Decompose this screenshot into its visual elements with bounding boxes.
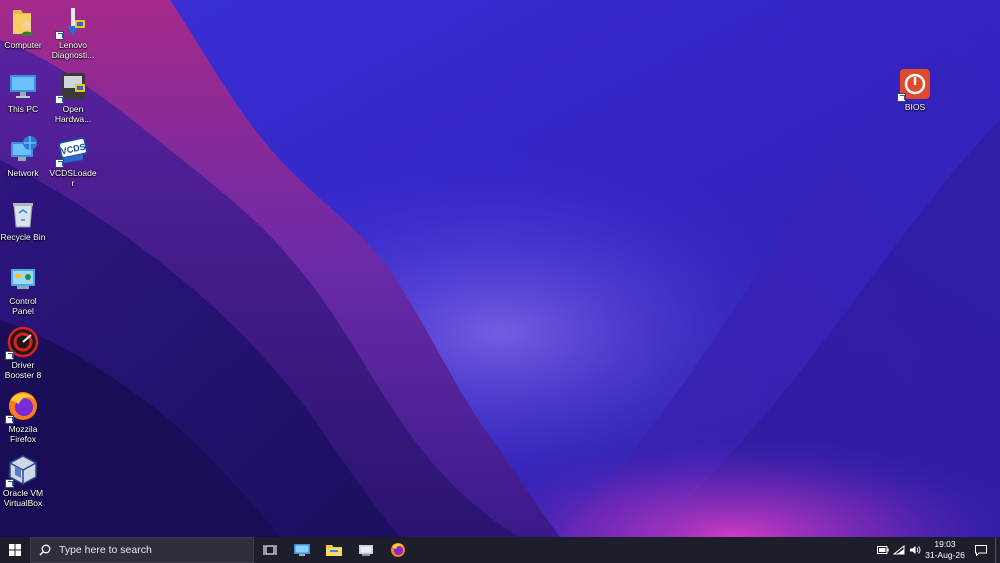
desktop-icon-firefox[interactable]: Mozzila Firefox [0, 390, 48, 444]
clock[interactable]: 19:03 31-Aug-26 [923, 539, 967, 561]
vcds-icon: VCDS [55, 134, 89, 168]
battery-icon [877, 546, 889, 554]
desktop-icon-vcdsloader[interactable]: VCDS VCDSLoader [48, 134, 98, 188]
desktop-icon-label: Control Panel [9, 296, 37, 316]
folder-icon [326, 545, 342, 556]
desktop-icon-bios[interactable]: BIOS [890, 68, 940, 112]
desktop-icon-label: Open Hardwa... [54, 104, 92, 124]
taskbar: Type here to search 19:03 31-Aug-26 [0, 537, 1000, 563]
search-box[interactable]: Type here to search [30, 537, 254, 563]
power-icon [897, 68, 931, 102]
firefox-icon [391, 543, 405, 557]
desktop-icon-label: BIOS [904, 102, 926, 112]
lenovo-diagnostics-icon [55, 6, 89, 40]
desktop-icon-this-pc[interactable]: This PC [0, 70, 48, 114]
control-panel-icon [7, 262, 39, 294]
open-hardware-monitor-icon [55, 70, 89, 104]
computer-folder-icon [7, 6, 39, 38]
desktop-icon-label: Mozzila Firefox [8, 424, 38, 444]
system-tray: 19:03 31-Aug-26 [875, 537, 1000, 563]
show-desktop-button[interactable] [995, 537, 1000, 563]
desktop-icon-computer[interactable]: Computer [0, 6, 48, 50]
desktop-icon-label: Lenovo Diagnosti... [51, 40, 95, 60]
shortcut-arrow-icon [55, 31, 64, 40]
taskbar-firefox[interactable] [382, 537, 414, 563]
desktop-icon-recycle-bin[interactable]: Recycle Bin [0, 198, 48, 242]
taskbar-file-explorer[interactable] [318, 537, 350, 563]
driver-booster-icon [5, 326, 39, 360]
desktop-icon-label: Network [7, 168, 39, 178]
taskbar-remote-desktop[interactable] [286, 537, 318, 563]
shortcut-arrow-icon [897, 93, 906, 102]
remote-desktop-icon [294, 544, 310, 556]
desktop-icon-label: VCDSLoader [49, 168, 97, 188]
speaker-icon [910, 546, 921, 554]
devices-icon [359, 545, 373, 556]
volume-tray-button[interactable] [907, 537, 923, 563]
desktop-icon-driver-booster[interactable]: Driver Booster 8 [0, 326, 48, 380]
notification-icon [975, 544, 987, 556]
firefox-icon [5, 390, 39, 424]
start-button[interactable] [0, 537, 30, 563]
shortcut-arrow-icon [55, 159, 64, 168]
clock-time: 19:03 [934, 539, 956, 549]
network-globe-icon [7, 134, 39, 166]
desktop-icon-label: Oracle VM VirtualBox [2, 488, 44, 508]
shortcut-arrow-icon [55, 95, 64, 104]
windows-logo-icon [9, 544, 21, 556]
network-tray-button[interactable] [891, 537, 907, 563]
wifi-icon [893, 545, 905, 555]
shortcut-arrow-icon [5, 415, 14, 424]
recycle-bin-icon [7, 198, 39, 230]
desktop-icon-lenovo-diagnostics[interactable]: Lenovo Diagnosti... [48, 6, 98, 60]
task-view-button[interactable] [254, 537, 286, 563]
monitor-icon [7, 70, 39, 102]
taskbar-devices[interactable] [350, 537, 382, 563]
notification-center-button[interactable] [967, 537, 995, 563]
task-view-icon [263, 545, 277, 555]
desktop-icon-label: This PC [7, 104, 39, 114]
desktop-icon-network[interactable]: Network [0, 134, 48, 178]
search-icon [39, 544, 51, 556]
clock-date: 31-Aug-26 [925, 550, 965, 560]
desktop-icon-label: Computer [4, 40, 42, 50]
desktop-icon-label: Recycle Bin [0, 232, 46, 242]
desktop-icon-label: Driver Booster 8 [4, 360, 42, 380]
shortcut-arrow-icon [5, 479, 14, 488]
virtualbox-icon [5, 454, 39, 488]
desktop-icon-open-hardware-monitor[interactable]: Open Hardwa... [48, 70, 98, 124]
battery-tray-button[interactable] [875, 537, 891, 563]
desktop-wallpaper [0, 0, 1000, 537]
desktop-icon-virtualbox[interactable]: Oracle VM VirtualBox [0, 454, 48, 508]
shortcut-arrow-icon [5, 351, 14, 360]
search-placeholder: Type here to search [59, 544, 152, 556]
desktop-icon-control-panel[interactable]: Control Panel [0, 262, 48, 316]
